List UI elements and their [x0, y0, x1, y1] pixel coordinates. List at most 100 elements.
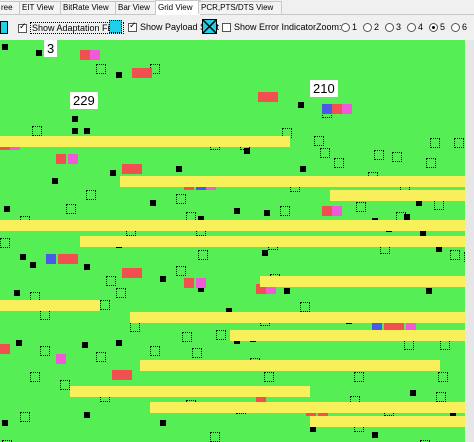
dotted-cell [430, 138, 440, 148]
packet-cell [58, 254, 68, 264]
checkbox-icon [18, 22, 27, 33]
packet-cell [122, 370, 132, 380]
vertical-scrollbar[interactable] [465, 40, 474, 442]
yellow-bar [80, 236, 474, 247]
black-marker [4, 206, 10, 212]
zoom-option-label: 6 [462, 22, 468, 32]
packet-cell [0, 344, 10, 354]
dotted-cell [40, 310, 50, 320]
dotted-cell [320, 148, 330, 158]
yellow-bar [0, 220, 474, 231]
dotted-cell [130, 322, 140, 332]
black-marker [426, 288, 432, 294]
yellow-bar [0, 136, 290, 147]
zoom-radio-2[interactable]: 2 [363, 22, 379, 32]
black-marker [262, 250, 268, 256]
packet-cell [56, 154, 66, 164]
packet-cell [132, 68, 142, 78]
zoom-radio-1[interactable]: 1 [341, 22, 357, 32]
black-marker [234, 208, 240, 214]
radio-icon [385, 22, 394, 32]
dotted-cell [392, 152, 402, 162]
dotted-cell [96, 352, 106, 362]
dotted-cell [450, 250, 460, 260]
dotted-cell [438, 372, 448, 382]
packet-cell [68, 254, 78, 264]
black-marker [160, 276, 166, 282]
black-marker [14, 290, 20, 296]
yellow-bar [310, 416, 474, 427]
show-error-indicator-checkbox[interactable]: Show Error Indicator [222, 22, 316, 32]
black-marker [298, 102, 304, 108]
dotted-cell [40, 346, 50, 356]
tab-grid-view[interactable]: Grid View [155, 0, 201, 15]
yellow-bar [330, 190, 474, 201]
black-marker [2, 420, 8, 426]
black-marker [244, 148, 250, 154]
dotted-cell [404, 340, 414, 350]
zoom-radio-4[interactable]: 4 [407, 22, 423, 32]
dotted-cell [434, 200, 444, 210]
toolbar: Show Adaptation Field Show Payload Start… [0, 15, 474, 39]
black-marker [116, 72, 122, 78]
tab-eit-view[interactable]: EIT View [19, 1, 63, 14]
tab-bar-view[interactable]: Bar View [115, 1, 159, 14]
zoom-option-label: 3 [396, 22, 402, 32]
yellow-bar [70, 386, 310, 397]
dotted-cell [210, 432, 220, 442]
packet-grid[interactable]: 3 229 210 [0, 40, 474, 442]
grid-label-3: 3 [44, 40, 58, 57]
zoom-radio-5[interactable]: 5 [429, 22, 445, 32]
zoom-radio-6[interactable]: 6 [451, 22, 467, 32]
dotted-cell [116, 288, 126, 298]
checkbox-icon [128, 21, 137, 32]
packet-cell [258, 92, 268, 102]
radio-icon [407, 22, 416, 32]
dotted-cell [436, 392, 446, 402]
dotted-cell [106, 276, 116, 286]
packet-cell [342, 104, 352, 114]
dotted-cell [0, 238, 10, 248]
dotted-cell [356, 202, 366, 212]
black-marker [410, 390, 416, 396]
dotted-cell [66, 204, 76, 214]
checkbox-icon [222, 22, 231, 32]
packet-cell [332, 104, 342, 114]
dotted-cell [374, 150, 384, 160]
dotted-cell [150, 346, 160, 356]
packet-cell [68, 154, 78, 164]
packet-cell [184, 278, 194, 288]
tab-pcr-pts-dts-view[interactable]: PCR,PTS/DTS View [198, 1, 282, 14]
dotted-cell [314, 136, 324, 146]
black-marker [84, 128, 90, 134]
tab-bitrate-view[interactable]: BitRate View [60, 1, 118, 14]
yellow-bar [130, 312, 474, 323]
error-indicator-icon [202, 19, 217, 34]
show-adaptation-field-checkbox[interactable]: Show Adaptation Field [18, 22, 124, 34]
black-marker [284, 288, 290, 294]
yellow-bar [230, 330, 474, 341]
zoom-option-label: 2 [374, 22, 380, 32]
yellow-bar [120, 176, 474, 187]
packet-cell [322, 104, 332, 114]
black-marker [84, 264, 90, 270]
dotted-cell [280, 206, 290, 216]
dotted-cell [300, 302, 310, 312]
black-marker [300, 166, 306, 172]
black-marker [30, 262, 36, 268]
packet-cell [56, 354, 66, 364]
show-error-indicator-label: Show Error Indicator [234, 22, 317, 32]
packet-cell [46, 254, 56, 264]
black-marker [36, 50, 42, 56]
black-marker [16, 340, 22, 346]
dotted-cell [198, 250, 208, 260]
packet-cell [90, 50, 100, 60]
zoom-radio-3[interactable]: 3 [385, 22, 401, 32]
payload-start-swatch [109, 20, 122, 33]
dotted-cell [354, 372, 364, 382]
packet-cell [322, 206, 332, 216]
yellow-bar [140, 360, 440, 371]
packet-cell [196, 278, 206, 288]
dotted-cell [96, 64, 106, 74]
packet-cell [142, 68, 152, 78]
